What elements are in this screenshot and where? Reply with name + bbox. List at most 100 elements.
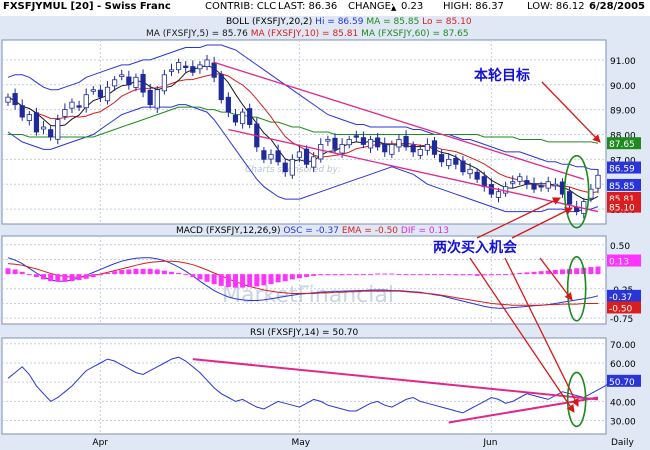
candle xyxy=(318,144,324,160)
macd-bar xyxy=(289,274,295,280)
macd-bar xyxy=(140,268,146,275)
candle xyxy=(403,136,409,148)
badge-rsi: 50.70 xyxy=(609,378,635,388)
macd-bar xyxy=(90,274,96,278)
candle xyxy=(517,176,523,182)
macd-bar xyxy=(48,274,54,282)
macd-bar xyxy=(26,274,32,276)
candle xyxy=(474,171,480,180)
macd-bar xyxy=(318,274,324,276)
macd-bar xyxy=(41,274,47,280)
candle xyxy=(595,174,601,189)
candle xyxy=(183,65,189,68)
candle xyxy=(140,74,146,93)
macd-bar xyxy=(112,271,118,275)
macd-bar xyxy=(147,268,153,275)
macd-bar xyxy=(176,272,182,275)
macd-bar xyxy=(474,274,480,276)
x-tick-label: Jun xyxy=(482,438,497,448)
buy-annotation: 两次买入机会 xyxy=(433,239,518,256)
candle xyxy=(289,158,295,176)
candle xyxy=(5,96,11,103)
macd-bar xyxy=(332,274,338,276)
macd-bar xyxy=(183,274,189,276)
candle xyxy=(97,89,104,98)
macd-bar xyxy=(389,273,395,275)
macd-bar xyxy=(168,271,174,275)
macd-bar xyxy=(211,274,217,285)
rsi-tick-label: 70.00 xyxy=(610,341,636,351)
chart-canvas: Charts sponsored by: MarketFinancial 85.… xyxy=(1,39,641,448)
candle xyxy=(161,74,167,92)
candle xyxy=(538,185,544,188)
candle xyxy=(460,160,466,173)
candle xyxy=(396,139,402,148)
macd-bar xyxy=(119,270,125,275)
macd-bar xyxy=(161,270,167,275)
macd-bar xyxy=(588,267,594,275)
macd-bar xyxy=(240,274,246,288)
candle xyxy=(232,114,239,123)
candle xyxy=(389,144,395,155)
candle xyxy=(119,74,125,77)
macd-bar xyxy=(268,274,274,285)
macd-bar xyxy=(346,274,352,276)
macd-bar xyxy=(204,274,210,282)
macd-bar xyxy=(76,274,82,280)
candle xyxy=(453,157,459,165)
macd-bar xyxy=(360,274,366,276)
candle xyxy=(332,137,338,150)
candle xyxy=(531,183,537,190)
macd-bar xyxy=(453,274,459,276)
candle xyxy=(353,135,359,138)
candle xyxy=(40,126,47,130)
macd-bar xyxy=(417,274,423,276)
candle xyxy=(431,140,438,155)
candle xyxy=(48,129,54,138)
macd-bar xyxy=(126,269,132,275)
candle xyxy=(190,66,196,73)
candle xyxy=(545,181,551,189)
macd-bar xyxy=(396,274,402,276)
rsi-tick-label: 30.00 xyxy=(610,418,636,428)
candle xyxy=(566,191,573,205)
candle xyxy=(90,89,96,92)
candle xyxy=(510,181,516,184)
candle xyxy=(296,151,303,158)
candle xyxy=(410,144,416,153)
candle xyxy=(467,168,473,175)
macd-bar xyxy=(410,274,416,276)
macd-bar xyxy=(55,274,61,282)
macd-bar xyxy=(339,274,345,276)
badge-macd-dif: 0.13 xyxy=(609,258,629,268)
macd-bar xyxy=(531,271,537,275)
candle xyxy=(339,144,345,154)
macd-bar xyxy=(481,274,487,276)
candle xyxy=(495,191,502,198)
rsi-tick-label: 40.00 xyxy=(610,398,636,408)
candle xyxy=(446,158,452,166)
macd-bar xyxy=(261,274,267,286)
macd-bar xyxy=(19,271,25,275)
chart-window: FXSFJYMUL [20] - Swiss Franc CONTRIB: CL… xyxy=(0,0,650,450)
candle xyxy=(346,139,352,146)
macd-bar xyxy=(282,274,288,282)
candle xyxy=(367,139,374,149)
macd-bar xyxy=(296,274,302,279)
candle xyxy=(439,154,445,163)
macd-bar xyxy=(432,274,438,276)
candle xyxy=(55,119,61,140)
candle xyxy=(239,111,246,125)
candle xyxy=(133,76,139,88)
candle xyxy=(218,74,224,101)
macd-bar xyxy=(105,272,111,275)
candle xyxy=(12,93,18,106)
candle xyxy=(197,64,203,70)
candle xyxy=(268,153,274,160)
macd-bar xyxy=(595,266,601,275)
macd-bar xyxy=(403,274,409,276)
macd-bar xyxy=(304,274,310,278)
candle xyxy=(424,144,430,151)
macd-bar xyxy=(225,274,231,288)
macd-bar xyxy=(517,272,523,275)
